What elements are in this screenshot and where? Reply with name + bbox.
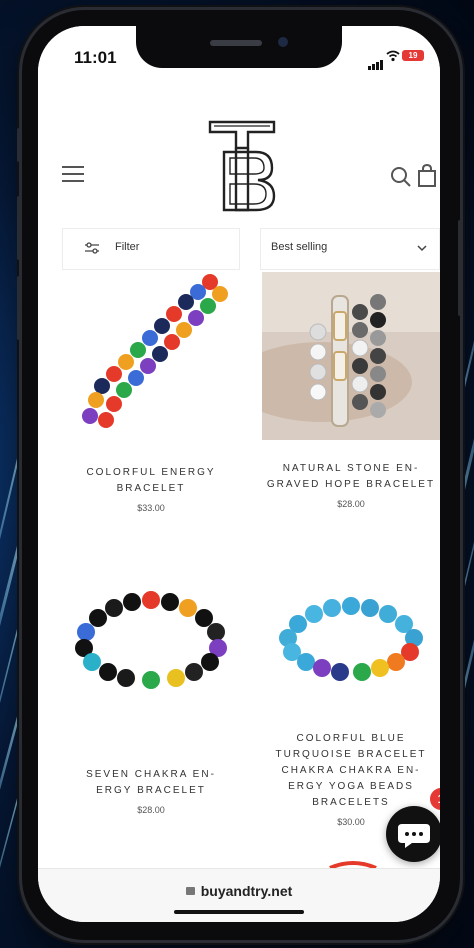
search-icon[interactable] [390,166,412,188]
product-card[interactable]: COLORFUL ENERGY BRACELET $33.00 [62,272,240,513]
product-image[interactable] [232,272,440,440]
product-card[interactable]: SEVEN CHAKRA EN-ERGY BRACELET $28.00 [62,582,240,815]
chevron-down-icon [417,245,427,252]
tb-monogram-logo[interactable] [206,118,278,214]
sort-label: Best selling [271,241,328,253]
url-text-row[interactable]: buyandtry.net [38,883,440,899]
product-image[interactable] [62,582,240,692]
product-price: $28.00 [137,805,165,815]
chat-bubble-icon [398,824,430,848]
product-name[interactable]: COLORFUL ENERGY BRACELET [62,465,240,497]
lock-icon [185,887,195,895]
product-image[interactable] [262,592,440,692]
product-image[interactable] [62,272,240,438]
home-indicator[interactable] [174,910,304,914]
filter-button[interactable]: Filter [62,228,240,270]
camera [278,37,288,47]
status-time: 11:01 [74,48,117,67]
filter-label: Filter [115,241,140,253]
chat-button[interactable] [386,806,440,862]
notch [136,26,342,68]
site-header [38,90,440,230]
product-price: $28.00 [337,499,365,509]
product-card[interactable]: COLORFUL BLUE TURQUOISE BRACELET CHAKRA … [262,592,440,827]
product-image-partial [329,861,377,868]
sliders-icon [85,242,99,254]
phone-screen: 11:01 19 Filter Best selling COLORFUL EN… [38,26,440,922]
status-bar: 11:01 19 [38,26,440,90]
product-name[interactable]: SEVEN CHAKRA EN-ERGY BRACELET [62,767,240,799]
speaker [210,40,262,46]
hamburger-icon[interactable] [62,166,84,182]
product-price: $33.00 [137,503,165,513]
signal-icon [368,52,384,70]
url-text: buyandtry.net [200,883,293,899]
wifi-icon [386,50,400,62]
mute-switch [17,128,22,162]
product-name[interactable]: COLORFUL BLUE TURQUOISE BRACELET CHAKRA … [262,731,440,811]
volume-down-button [17,276,22,340]
sort-select[interactable]: Best selling [260,228,440,270]
product-name[interactable]: NATURAL STONE EN-GRAVED HOPE BRACELET [262,461,440,493]
cart-icon[interactable] [416,164,438,188]
volume-up-button [17,196,22,260]
product-card[interactable]: NATURAL STONE EN-GRAVED HOPE BRACELET $2… [232,272,440,509]
battery-indicator: 19 [402,50,424,61]
power-button [458,220,463,316]
